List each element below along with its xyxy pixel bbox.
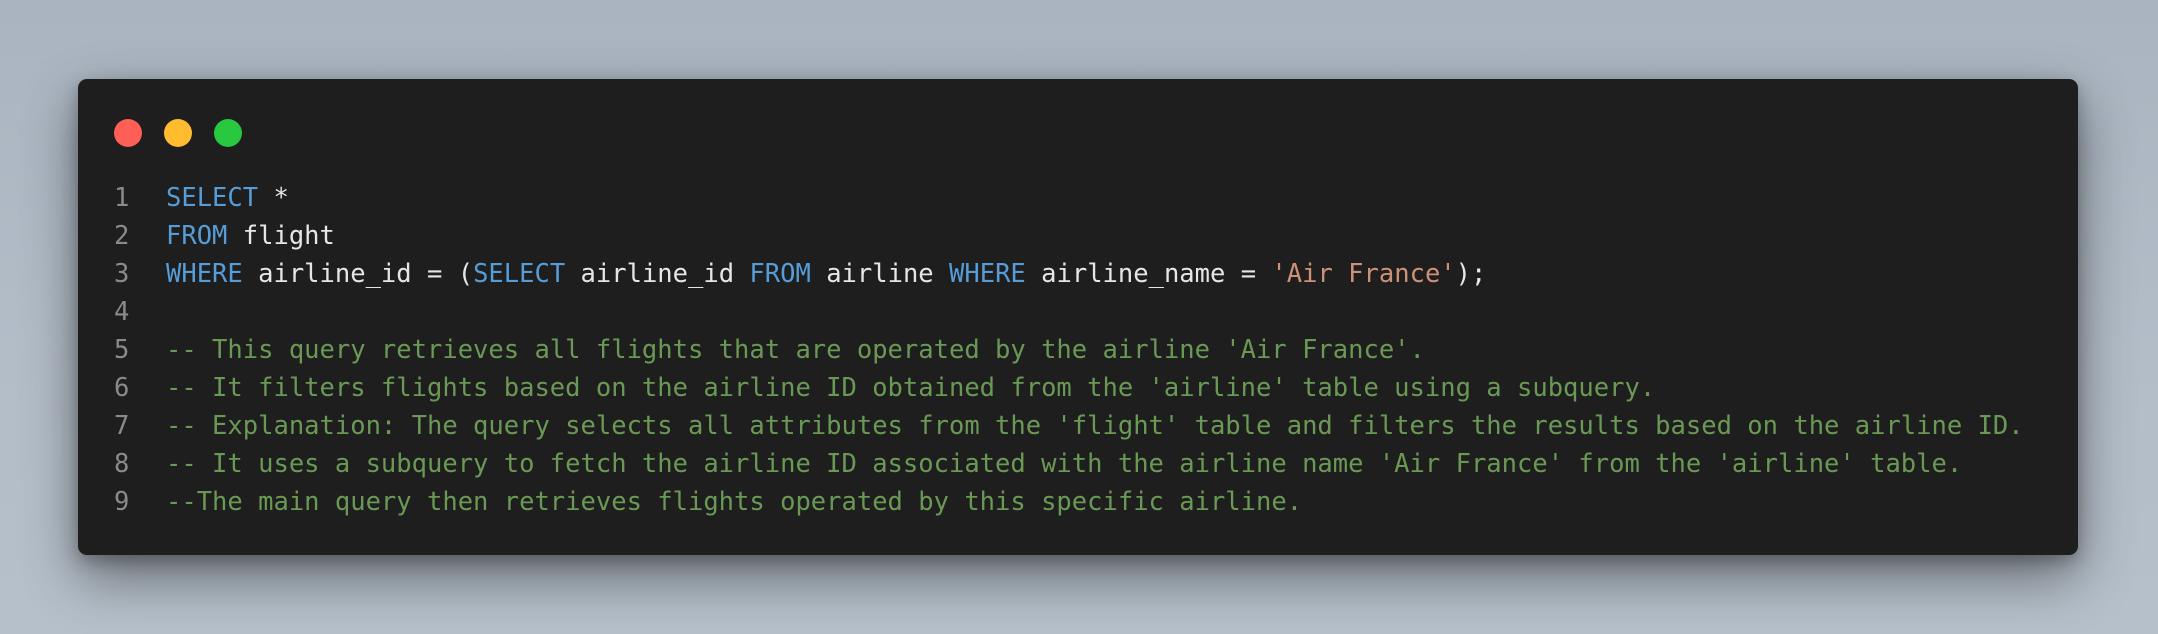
line-content: -- It uses a subquery to fetch the airli… — [166, 445, 1962, 483]
window-controls — [114, 119, 242, 147]
code-line: 2 FROM flight — [114, 217, 2058, 255]
code-editor[interactable]: 1 SELECT * 2 FROM flight 3 WHERE airline_id =… — [114, 179, 2058, 521]
line-content: FROM flight — [166, 217, 335, 255]
code-line: 7 -- Explanation: The query selects all a… — [114, 407, 2058, 445]
code-line: 4 — [114, 293, 2058, 331]
code-text: airline_id = ( — [242, 259, 474, 289]
code-comment: -- It uses a subquery to fetch the airli… — [166, 449, 1963, 479]
line-number: 4 — [114, 297, 130, 327]
line-content: --The main query then retrieves flights … — [166, 483, 1302, 521]
line-content: -- This query retrieves all flights that… — [166, 331, 1425, 369]
sql-keyword: SELECT — [166, 183, 259, 213]
code-text: * — [258, 183, 289, 213]
code-line: 6 -- It filters flights based on the airl… — [114, 369, 2058, 407]
line-number: 9 — [114, 487, 130, 517]
line-number: 1 — [114, 183, 130, 213]
line-number: 6 — [114, 373, 130, 403]
code-line: 9 --The main query then retrieves flights… — [114, 483, 2058, 521]
code-text: airline_name = — [1025, 259, 1272, 289]
code-window: 1 SELECT * 2 FROM flight 3 WHERE airline_id =… — [78, 79, 2078, 555]
line-content: -- Explanation: The query selects all at… — [166, 407, 2024, 445]
close-window-button[interactable] — [114, 119, 142, 147]
code-line: 5 -- This query retrieves all flights tha… — [114, 331, 2058, 369]
code-text: airline_id — [565, 259, 750, 289]
code-comment: -- Explanation: The query selects all at… — [166, 411, 2024, 441]
line-content: SELECT * — [166, 179, 289, 217]
sql-keyword: FROM — [749, 259, 811, 289]
code-text: flight — [227, 221, 335, 251]
code-line: 8 -- It uses a subquery to fetch the airl… — [114, 445, 2058, 483]
line-number: 3 — [114, 259, 130, 289]
code-comment: -- It filters flights based on the airli… — [166, 373, 1656, 403]
code-comment: --The main query then retrieves flights … — [166, 487, 1303, 517]
sql-keyword: WHERE — [166, 259, 243, 289]
code-text: airline — [810, 259, 950, 289]
code-line: 1 SELECT * — [114, 179, 2058, 217]
sql-keyword: FROM — [166, 221, 228, 251]
code-line: 3 WHERE airline_id = (SELECT airline_id F… — [114, 255, 2058, 293]
maximize-window-button[interactable] — [214, 119, 242, 147]
line-content: WHERE airline_id = (SELECT airline_id FR… — [166, 255, 1486, 293]
line-number: 7 — [114, 411, 130, 441]
code-text: ); — [1455, 259, 1487, 289]
sql-keyword: WHERE — [949, 259, 1026, 289]
line-number: 8 — [114, 449, 130, 479]
line-number: 5 — [114, 335, 130, 365]
sql-keyword: SELECT — [473, 259, 566, 289]
minimize-window-button[interactable] — [164, 119, 192, 147]
line-content: -- It filters flights based on the airli… — [166, 369, 1655, 407]
line-number: 2 — [114, 221, 130, 251]
code-comment: -- This query retrieves all flights that… — [166, 335, 1425, 365]
string-literal: 'Air France' — [1271, 259, 1456, 289]
